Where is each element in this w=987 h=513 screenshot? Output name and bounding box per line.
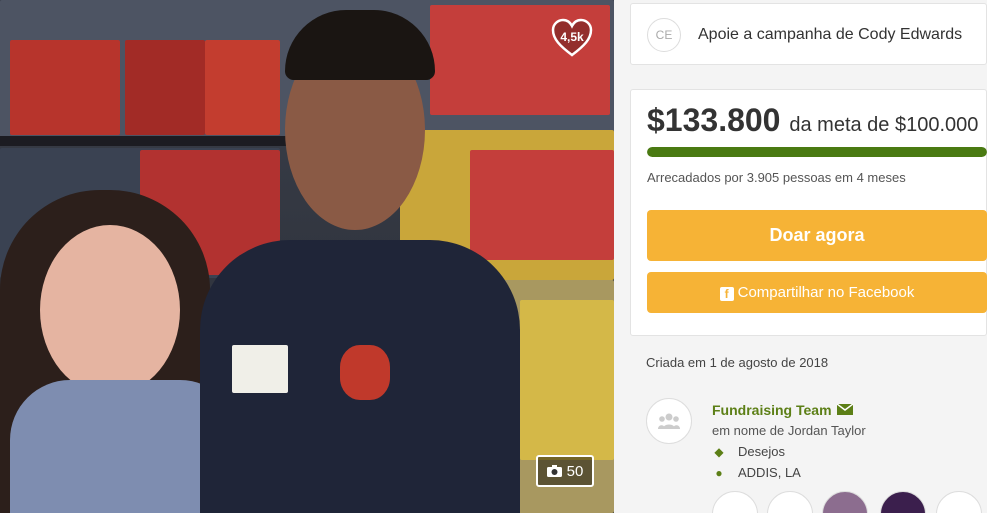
organizer-name[interactable]: Fundraising Team — [712, 402, 853, 418]
photo-count: 50 — [566, 462, 584, 480]
organizer-name-text: Fundraising Team — [712, 402, 832, 418]
campaign-photo[interactable]: 4,5k 50 — [0, 0, 614, 513]
team-member-avatar[interactable] — [880, 491, 926, 513]
like-heart-button[interactable]: 4,5k — [550, 18, 594, 58]
raised-amount: $133.800 — [647, 102, 781, 138]
team-member-avatar[interactable] — [767, 491, 813, 513]
photo-gallery-button[interactable]: 50 — [536, 455, 594, 487]
location-row: ● ADDIS, LA — [712, 465, 801, 480]
people-icon — [658, 413, 680, 429]
team-member-avatar[interactable] — [712, 491, 758, 513]
donor-summary: Arrecadados por 3.905 pessoas em 4 meses — [647, 170, 906, 185]
amount-raised: $133.800 da meta de $100.000 — [647, 102, 978, 139]
mail-icon[interactable] — [836, 404, 853, 415]
organizer-avatar[interactable] — [646, 398, 692, 444]
tag-icon: ◆ — [714, 445, 724, 459]
camera-icon — [546, 465, 562, 477]
team-member-avatar[interactable] — [822, 491, 868, 513]
team-member-avatar[interactable] — [936, 491, 982, 513]
share-facebook-button[interactable]: f Compartilhar no Facebook — [647, 272, 987, 313]
like-count: 4,5k — [560, 30, 584, 44]
campaign-sidebar: CE Apoie a campanha de Cody Edwards $133… — [630, 0, 987, 513]
donation-goal-card: $133.800 da meta de $100.000 Arrecadados… — [630, 89, 987, 336]
facebook-icon: f — [719, 287, 734, 301]
support-campaign-text: Apoie a campanha de Cody Edwards — [698, 26, 963, 43]
support-campaign-card[interactable]: CE Apoie a campanha de Cody Edwards — [630, 3, 987, 65]
campaign-page: 4,5k 50 CE Apoie a campanha de Cody Edwa… — [0, 0, 987, 513]
location-pin-icon: ● — [715, 466, 723, 480]
location-text: ADDIS, LA — [738, 465, 801, 480]
donate-now-button[interactable]: Doar agora — [647, 210, 987, 261]
category-link[interactable]: Desejos — [738, 444, 785, 459]
progress-bar-fill — [647, 147, 987, 157]
campaign-avatar: CE — [647, 18, 681, 52]
created-date: Criada em 1 de agosto de 2018 — [646, 355, 829, 370]
share-facebook-label: Compartilhar no Facebook — [737, 284, 915, 301]
goal-text: da meta de $100.000 — [789, 114, 979, 136]
team-members-strip — [712, 491, 987, 513]
progress-bar — [647, 147, 987, 157]
organizer-behalf: em nome de Jordan Taylor — [712, 423, 866, 438]
category-row: ◆ Desejos — [712, 444, 785, 459]
